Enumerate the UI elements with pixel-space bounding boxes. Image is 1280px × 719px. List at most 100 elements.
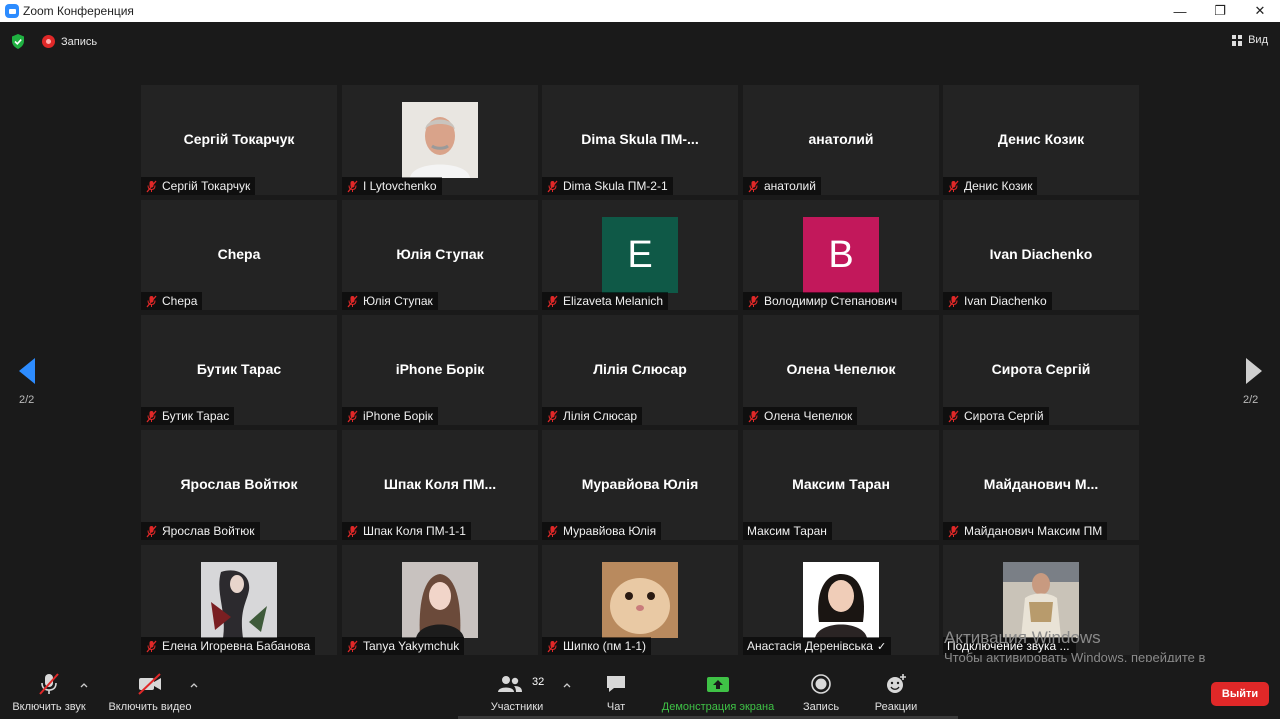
unmute-audio-button[interactable]: Включить звук (8, 662, 90, 719)
unmute-audio-label: Включить звук (12, 701, 86, 713)
mic-muted-icon (347, 640, 358, 652)
chat-label: Чат (606, 701, 626, 713)
mic-muted-icon (748, 180, 759, 192)
participant-name-label: Tanya Yakymchuk (342, 637, 465, 655)
participant-tile[interactable]: Dima Skula ПМ-... Dima Skula ПМ-2-1 (542, 85, 738, 195)
participant-name-label: Лілія Слюсар (542, 407, 643, 425)
audio-options-caret-icon[interactable] (79, 680, 89, 690)
participant-display-name: Юлія Ступак (396, 246, 484, 262)
mic-muted-icon (547, 180, 558, 192)
mic-muted-icon (347, 180, 358, 192)
participant-name-label: iPhone Борік (342, 407, 438, 425)
participant-tile[interactable]: Ivan Diachenko Ivan Diachenko (943, 200, 1139, 310)
mic-muted-icon (547, 295, 558, 307)
participant-tile[interactable]: анатолий анатолий (743, 85, 939, 195)
window-title: Zoom Конференция (23, 4, 134, 18)
video-options-caret-icon[interactable] (189, 680, 199, 690)
participant-tile[interactable]: Анастасія Деренівська ✓ (743, 545, 939, 655)
participant-name: Chepa (162, 294, 198, 308)
participant-tile[interactable]: Шипко (пм 1-1) (542, 545, 738, 655)
view-label: Вид (1248, 34, 1268, 46)
mic-muted-icon (146, 410, 157, 422)
start-video-button[interactable]: Включить видео (104, 662, 196, 719)
check-icon: ✓ (876, 640, 887, 653)
participant-name: Tanya Yakymchuk (363, 639, 460, 653)
participant-photo (201, 562, 277, 638)
participant-tile[interactable]: Сирота Сергій Сирота Сергій (943, 315, 1139, 425)
participant-name: анатолий (764, 179, 816, 193)
record-button[interactable]: Запись (796, 662, 846, 719)
previous-page-arrow-icon[interactable] (17, 356, 37, 386)
mic-muted-icon (146, 295, 157, 307)
next-page-arrow-icon[interactable] (1244, 356, 1264, 386)
participant-tile[interactable]: iPhone Борік iPhone Борік (342, 315, 538, 425)
participant-photo (803, 562, 879, 638)
participant-name: Сергій Токарчук (162, 179, 251, 193)
mic-muted-icon (547, 410, 558, 422)
mic-muted-icon (39, 673, 59, 695)
participant-name: Денис Козик (964, 179, 1033, 193)
participant-tile[interactable]: Максим Таран Максим Таран (743, 430, 939, 540)
window-controls: — ❐ ✕ (1160, 0, 1280, 22)
participant-name: Сирота Сергій (964, 409, 1044, 423)
participant-name: Ivan Diachenko (964, 294, 1047, 308)
participant-tile[interactable]: I Lytovchenko (342, 85, 538, 195)
minimize-button[interactable]: — (1160, 0, 1200, 22)
participant-tile[interactable]: Муравйова Юлія Муравйова Юлія (542, 430, 738, 540)
participant-tile[interactable]: Сергій Токарчук Сергій Токарчук (141, 85, 337, 195)
share-screen-label: Демонстрация экрана (661, 701, 775, 713)
maximize-button[interactable]: ❐ (1200, 0, 1240, 22)
chat-bubble-icon (607, 676, 625, 692)
security-shield-icon[interactable] (11, 34, 25, 49)
participant-tile[interactable]: E Elizaveta Melanich (542, 200, 738, 310)
participant-name-label: Ivan Diachenko (943, 292, 1052, 310)
participant-name: I Lytovchenko (363, 179, 437, 193)
participant-name-label: Анастасія Деренівська ✓ (743, 637, 892, 655)
reactions-button[interactable]: Реакции (868, 662, 924, 719)
participant-tile[interactable]: Ярослав Войтюк Ярослав Войтюк (141, 430, 337, 540)
mic-muted-icon (146, 525, 157, 537)
participant-tile[interactable]: Шпак Коля ПМ... Шпак Коля ПМ-1-1 (342, 430, 538, 540)
participant-tile[interactable]: Майданович М... Майданович Максим ПМ (943, 430, 1139, 540)
participant-tile[interactable]: Юлія Ступак Юлія Ступак (342, 200, 538, 310)
participant-display-name: Муравйова Юлія (581, 476, 699, 492)
recording-indicator[interactable]: Запись (42, 35, 97, 48)
share-screen-button[interactable]: Демонстрация экрана (656, 662, 780, 719)
leave-meeting-button[interactable]: Выйти (1211, 682, 1269, 706)
participant-tile[interactable]: B Володимир Степанович (743, 200, 939, 310)
view-button[interactable]: Вид (1232, 34, 1268, 46)
participant-name-label: Сергій Токарчук (141, 177, 256, 195)
mic-muted-icon (347, 295, 358, 307)
participant-tile[interactable]: Tanya Yakymchuk (342, 545, 538, 655)
grid-view-icon (1232, 34, 1243, 46)
participant-tile[interactable]: Chepa Chepa (141, 200, 337, 310)
participant-name-label: Elizaveta Melanich (542, 292, 669, 310)
participant-tile[interactable]: Олена Чепелюк Олена Чепелюк (743, 315, 939, 425)
participant-tile[interactable]: Денис Козик Денис Козик (943, 85, 1139, 195)
participants-button[interactable]: 32 Участники (486, 662, 548, 719)
participant-tile[interactable]: Елена Игоревна Бабанова (141, 545, 337, 655)
chat-button[interactable]: Чат (596, 662, 636, 719)
participant-name: Бутик Тарас (162, 409, 230, 423)
mic-muted-icon (547, 525, 558, 537)
participant-name-label: Chepa (141, 292, 203, 310)
page-indicator-right: 2/2 (1243, 394, 1259, 406)
record-label: Запись (802, 701, 840, 713)
participant-name-label: Олена Чепелюк (743, 407, 858, 425)
participant-name: Елена Игоревна Бабанова (162, 639, 311, 653)
participants-count: 32 (532, 676, 545, 688)
participants-label: Участники (490, 701, 544, 713)
participant-name: Dima Skula ПМ-2-1 (563, 179, 668, 193)
close-button[interactable]: ✕ (1240, 0, 1280, 22)
participant-name: Муравйова Юлія (563, 524, 657, 538)
participant-tile[interactable]: Лілія Слюсар Лілія Слюсар (542, 315, 738, 425)
participant-display-name: Майданович М... (983, 476, 1099, 492)
participant-name: iPhone Борік (363, 409, 433, 423)
participant-name: Анастасія Деренівська (747, 639, 873, 653)
participant-name-label: Шпак Коля ПМ-1-1 (342, 522, 471, 540)
meeting-toolbar: Включить звук Включить видео 32 Участник… (0, 662, 1280, 719)
participant-display-name: Денис Козик (997, 131, 1085, 147)
participant-tile[interactable]: Бутик Тарас Бутик Тарас (141, 315, 337, 425)
participant-name: Володимир Степанович (764, 294, 898, 308)
participants-options-caret-icon[interactable] (562, 680, 572, 690)
